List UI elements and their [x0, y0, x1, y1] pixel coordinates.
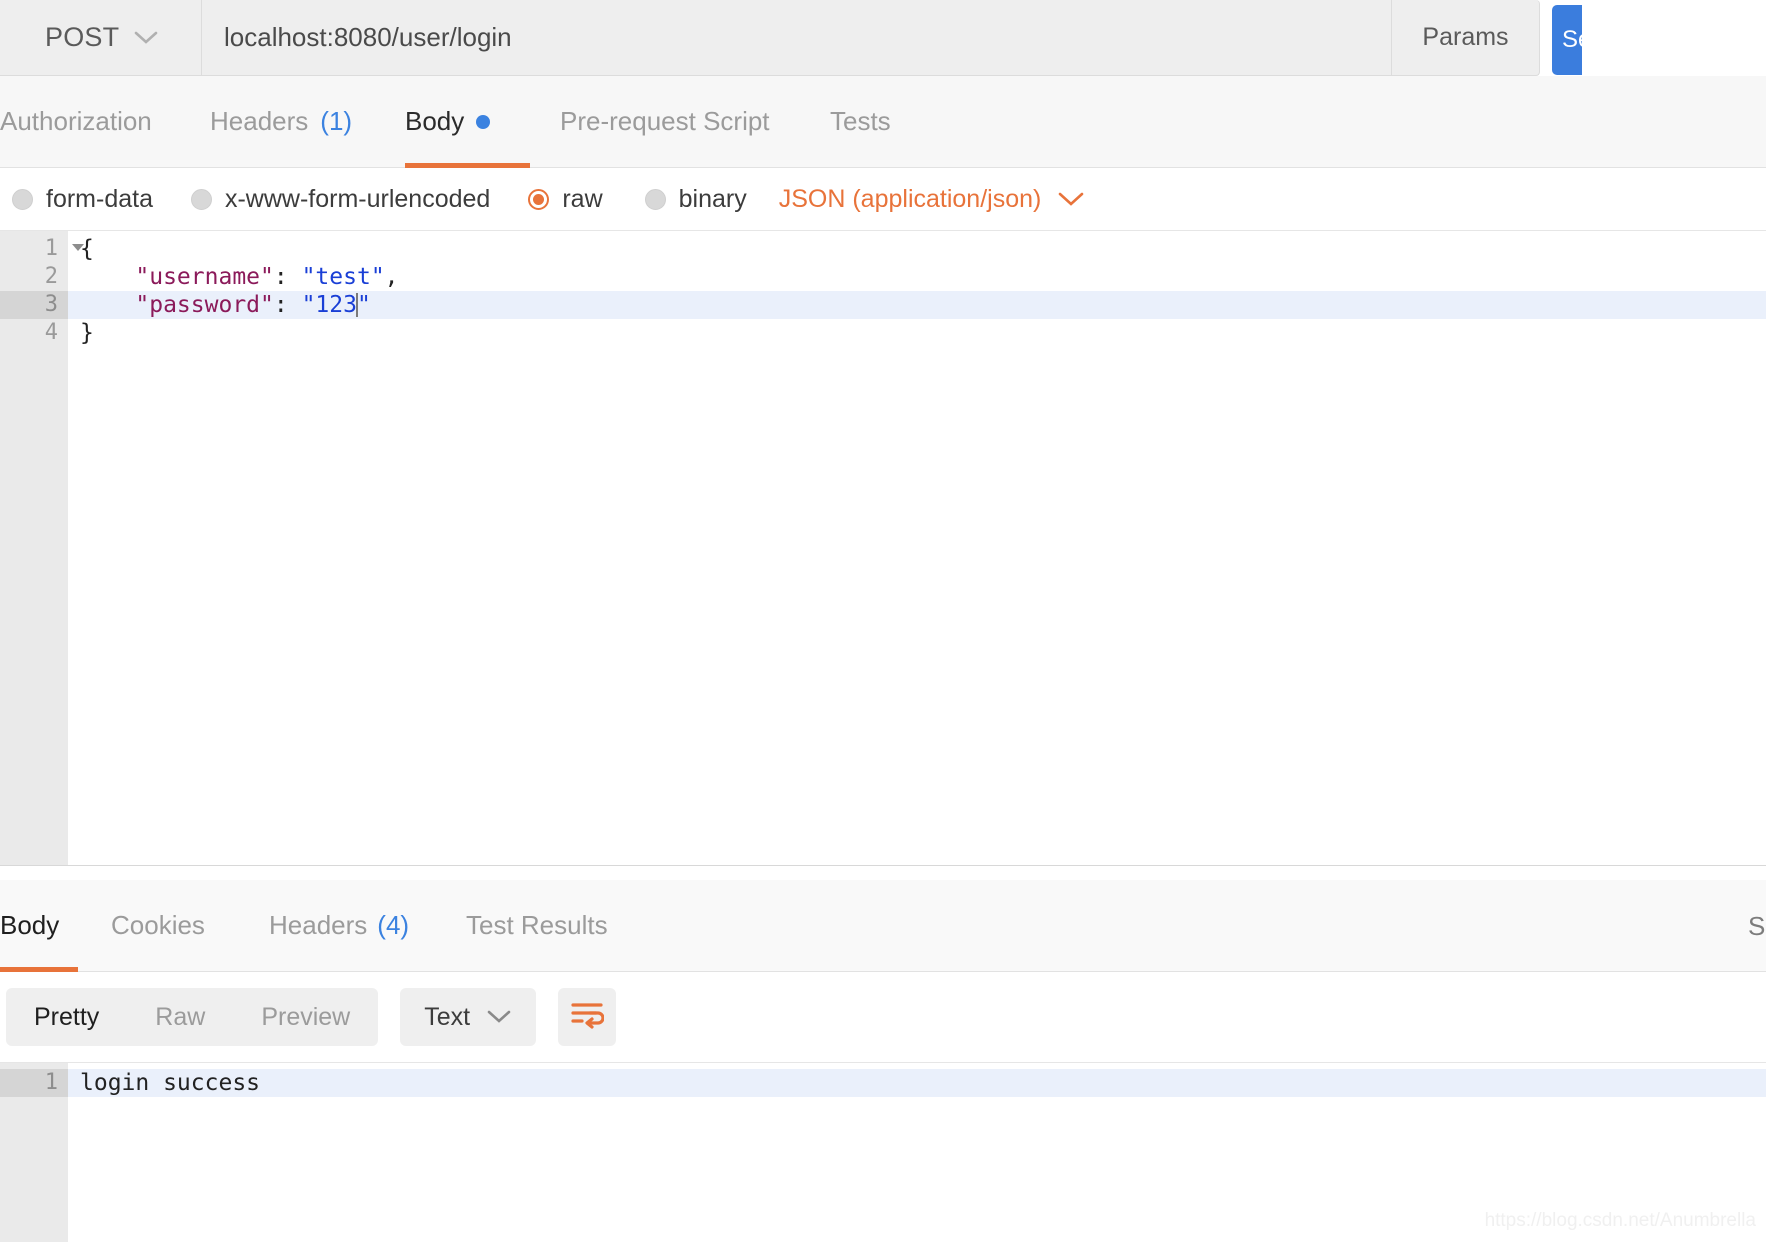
response-tab-headers-count: (4)	[377, 910, 410, 940]
code-token-colon: :	[273, 292, 302, 318]
view-mode-preview[interactable]: Preview	[233, 988, 378, 1046]
tab-tests[interactable]: Tests	[830, 76, 950, 168]
word-wrap-icon	[570, 1000, 605, 1035]
response-status-label: S	[1748, 910, 1766, 941]
tab-body-active-underline	[405, 162, 530, 168]
toolbar-spacer	[1540, 0, 1552, 76]
http-method-label: POST	[45, 22, 120, 52]
unsaved-dot-icon	[476, 114, 491, 129]
response-format-label: Text	[424, 1002, 471, 1031]
response-tab-cookies[interactable]: Cookies	[111, 880, 236, 972]
code-token-string: "123	[301, 292, 357, 318]
tab-body[interactable]: Body	[405, 76, 530, 168]
editor-code-area[interactable]: { "username": "test", "password": "123" …	[68, 231, 1766, 865]
chevron-down-icon	[486, 1009, 512, 1025]
word-wrap-button[interactable]	[558, 988, 617, 1046]
code-line[interactable]: {	[68, 235, 1766, 263]
code-token-key: "username"	[135, 264, 274, 290]
code-token-string-tail: "	[356, 292, 371, 318]
code-token-colon: :	[273, 264, 302, 290]
request-tab-bar: Authorization Headers (1) Body Pre-reque…	[0, 76, 1766, 168]
response-tab-test-results[interactable]: Test Results	[466, 880, 646, 972]
response-code-line[interactable]: login success	[68, 1069, 1766, 1097]
radio-icon[interactable]	[190, 188, 212, 210]
request-url-bar: POST localhost:8080/user/login Params Se…	[0, 0, 1766, 76]
view-mode-raw[interactable]: Raw	[127, 988, 233, 1046]
response-tab-test-results-label: Test Results	[466, 910, 608, 940]
response-tab-body[interactable]: Body	[0, 880, 78, 972]
gutter-line-number-active[interactable]: 3	[0, 291, 68, 319]
chevron-down-icon	[133, 30, 159, 46]
response-tab-bar: Body Cookies Headers (4) Test Results S	[0, 880, 1766, 972]
tab-headers[interactable]: Headers (1)	[210, 76, 385, 168]
body-type-raw-label: raw	[562, 184, 603, 213]
tab-pre-request-script[interactable]: Pre-request Script	[560, 76, 790, 168]
gutter-line-number[interactable]: 2	[0, 263, 68, 291]
code-line[interactable]: "username": "test",	[68, 263, 1766, 291]
tab-authorization-label: Authorization	[0, 106, 152, 136]
chevron-down-icon	[1057, 191, 1085, 208]
tab-headers-label: Headers	[210, 106, 309, 136]
code-token-key: "password"	[135, 292, 274, 318]
gutter-line-number[interactable]: 1	[0, 235, 84, 263]
tab-authorization[interactable]: Authorization	[0, 76, 185, 168]
http-method-select[interactable]: POST	[0, 0, 202, 76]
response-tab-body-label: Body	[0, 910, 60, 940]
body-type-form-data-label: form-data	[46, 184, 153, 213]
response-tab-cookies-label: Cookies	[111, 910, 205, 940]
body-type-urlencoded[interactable]: x-www-form-urlencoded	[190, 184, 491, 214]
tab-body-label: Body	[405, 106, 465, 136]
body-type-binary-label: binary	[678, 184, 747, 213]
send-button[interactable]: Send	[1552, 4, 1582, 75]
body-type-urlencoded-label: x-www-form-urlencoded	[224, 184, 491, 213]
code-line[interactable]: }	[68, 319, 1766, 347]
gutter-line-number[interactable]: 4	[0, 319, 68, 347]
response-tab-headers-label: Headers	[269, 910, 368, 940]
content-type-label: JSON (application/json)	[778, 184, 1042, 213]
response-view-mode-group: Pretty Raw Preview	[6, 988, 379, 1046]
tab-tests-label: Tests	[830, 106, 891, 136]
gutter-line-number-active[interactable]: 1	[0, 1069, 68, 1097]
response-tab-body-active-underline	[0, 966, 78, 972]
params-button[interactable]: Params	[1392, 0, 1540, 76]
response-tab-headers[interactable]: Headers (4)	[269, 880, 444, 972]
response-toolbar: Pretty Raw Preview Text	[0, 972, 1766, 1062]
tab-pre-request-script-label: Pre-request Script	[560, 106, 770, 136]
radio-icon-selected[interactable]	[528, 188, 550, 210]
body-type-row: form-data x-www-form-urlencoded raw bina…	[0, 168, 1766, 230]
content-type-select[interactable]: JSON (application/json)	[779, 185, 1086, 214]
body-type-raw[interactable]: raw	[528, 184, 603, 214]
tab-headers-count: (1)	[320, 106, 353, 136]
response-format-select[interactable]: Text	[400, 988, 537, 1046]
request-body-editor[interactable]: 1 2 3 4 { "username": "test", "password"…	[0, 230, 1766, 866]
radio-icon[interactable]	[644, 188, 666, 210]
code-token: }	[80, 320, 94, 346]
body-type-form-data[interactable]: form-data	[12, 185, 153, 214]
code-token-string: "test"	[301, 264, 385, 290]
code-token: {	[80, 236, 94, 262]
view-mode-pretty[interactable]: Pretty	[6, 988, 127, 1046]
response-gutter: 1	[0, 1063, 68, 1242]
radio-icon[interactable]	[12, 188, 33, 210]
editor-gutter: 1 2 3 4	[0, 231, 84, 865]
code-line-active[interactable]: "password": "123"	[68, 291, 1766, 319]
watermark: https://blog.csdn.net/Anumbrella	[1484, 1210, 1756, 1231]
body-type-binary[interactable]: binary	[644, 184, 747, 214]
code-token-comma: ,	[384, 264, 399, 290]
url-input[interactable]: localhost:8080/user/login	[202, 0, 1392, 76]
